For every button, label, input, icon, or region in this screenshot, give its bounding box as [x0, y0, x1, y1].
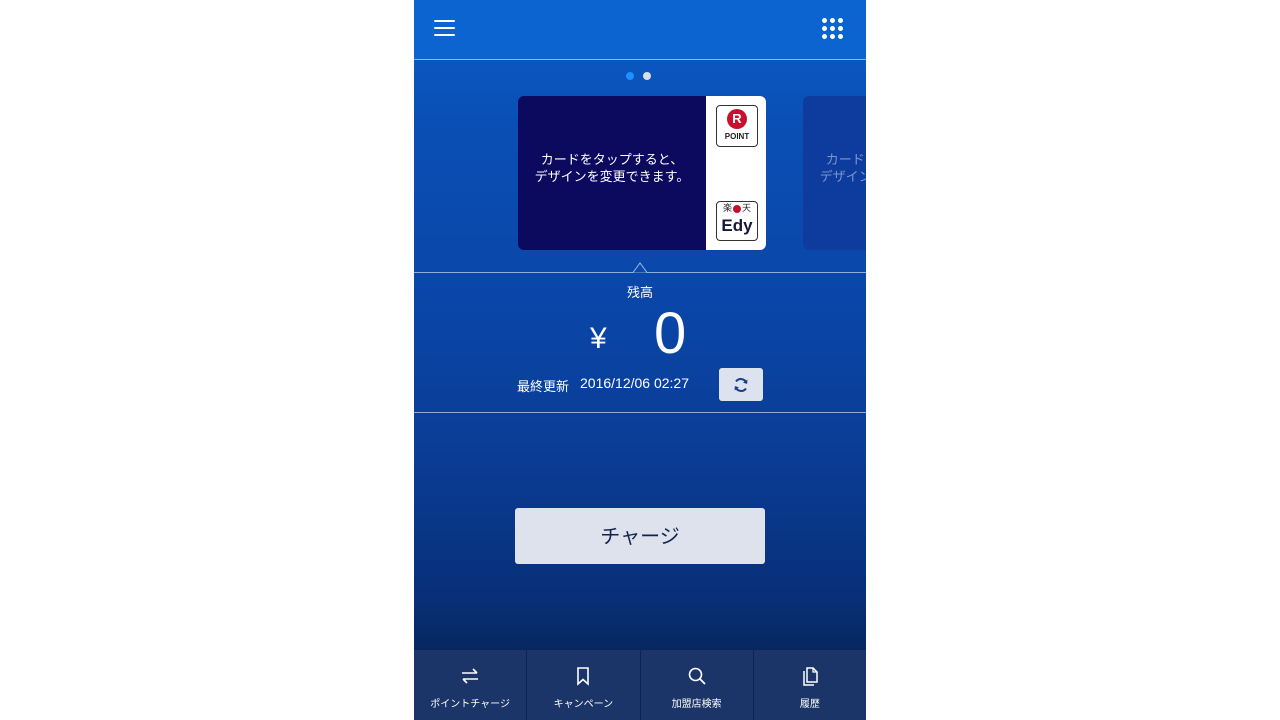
nav-history[interactable]: 履歴 [754, 650, 866, 720]
nav-label: 履歴 [799, 699, 820, 710]
edy-card[interactable]: カードをタップすると、 デザインを変更できます。 R POINT 楽天 Edy [518, 96, 766, 250]
nav-point-charge[interactable]: ポイントチャージ [414, 650, 528, 720]
card-hint: カードをタップすると、 デザインを変更できます。 [518, 152, 706, 186]
hamburger-menu-icon[interactable] [432, 18, 458, 40]
card-pager [626, 72, 656, 82]
next-card-preview[interactable]: カードをタップすると、 デザインを変更できます。 [803, 96, 866, 250]
pager-dot [643, 72, 651, 80]
bottom-nav: ポイントチャージ キャンペーン 加盟店検索 履歴 [414, 650, 866, 720]
edy-kanji: 楽天 [722, 204, 752, 214]
rpoint-text: POINT [724, 132, 750, 141]
rakuten-point-logo: R POINT [716, 105, 758, 147]
next-card-hint: カードをタップすると、 デザインを変更できます。 [819, 153, 866, 185]
edy-text: Edy [721, 216, 753, 235]
card-logo-strip: R POINT 楽天 Edy [706, 96, 766, 250]
search-icon [688, 667, 706, 685]
nav-label: 加盟店検索 [671, 699, 722, 710]
nav-label: キャンペーン [553, 699, 614, 710]
grid-apps-icon[interactable] [822, 18, 848, 44]
pager-dot-active [626, 72, 634, 80]
history-docs-icon [803, 667, 818, 686]
card-hint-line1: カードをタップすると、 [540, 153, 684, 168]
nav-campaign[interactable]: キャンペーン [527, 650, 641, 720]
charge-button[interactable]: チャージ [515, 508, 765, 564]
card-hint-line2: デザインを変更できます。 [534, 170, 690, 185]
balance-amount: 0 [654, 301, 687, 366]
balance-label: 残高 [626, 286, 653, 301]
top-bar [414, 0, 866, 60]
rpoint-letter: R [727, 109, 747, 129]
nav-label: ポイントチャージ [430, 699, 510, 710]
last-updated-time: 2016/12/06 02:27 [580, 375, 689, 391]
last-updated-label: 最終更新 [517, 380, 570, 395]
card-pointer-caret [633, 262, 647, 273]
app-screen: カードをタップすると、 デザインを変更できます。 R POINT 楽天 Edy … [414, 0, 866, 720]
refresh-button[interactable] [719, 368, 763, 401]
exchange-arrows-icon [462, 668, 479, 684]
rakuten-edy-logo: 楽天 Edy [716, 201, 758, 241]
currency-symbol: ¥ [590, 322, 607, 355]
bookmark-icon [577, 667, 590, 686]
refresh-icon [734, 378, 748, 392]
divider [414, 412, 866, 413]
nav-store-search[interactable]: 加盟店検索 [641, 650, 754, 720]
